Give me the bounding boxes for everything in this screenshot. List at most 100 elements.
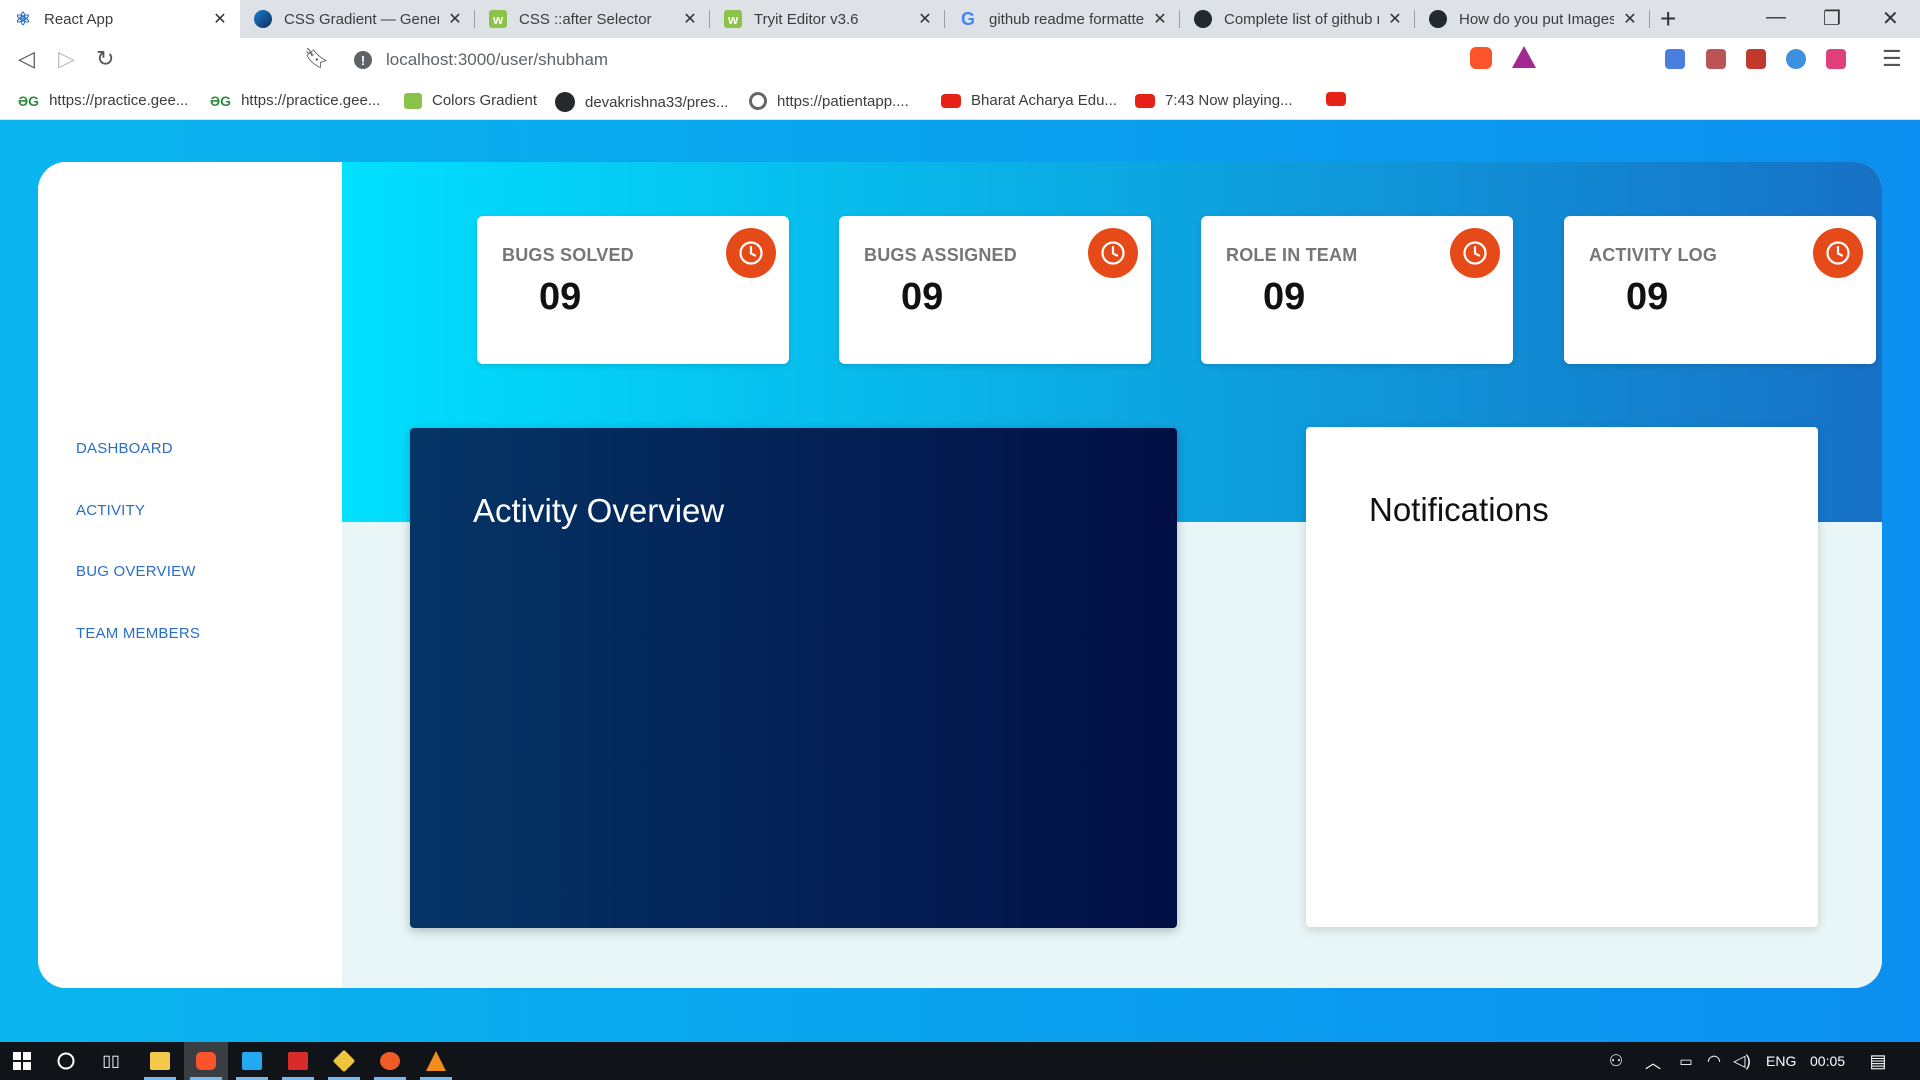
bookmark-label: 7:43 Now playing... bbox=[1165, 92, 1293, 109]
bookmark-item[interactable]: ƏG https://practice.gee... bbox=[210, 92, 380, 109]
clock-time[interactable]: 00:05 bbox=[1810, 1053, 1845, 1069]
stat-card-bugs-assigned[interactable]: BUGS ASSIGNED 09 bbox=[839, 216, 1151, 364]
github-icon bbox=[1194, 10, 1212, 28]
bookmark-item[interactable]: devakrishna33/pres... bbox=[555, 92, 728, 112]
bookmarks-bar: ƏG https://practice.gee... ƏG https://pr… bbox=[0, 82, 1920, 120]
info-icon[interactable]: ! bbox=[354, 51, 372, 69]
git-icon[interactable] bbox=[322, 1042, 366, 1080]
tab-title: CSS Gradient — Generat bbox=[284, 10, 439, 28]
tab-css-gradient[interactable]: CSS Gradient — Generat ✕ bbox=[240, 0, 475, 38]
task-view-icon[interactable]: ▯▯ bbox=[89, 1042, 133, 1080]
acrobat-icon[interactable] bbox=[276, 1042, 320, 1080]
close-icon[interactable]: ✕ bbox=[210, 9, 230, 29]
close-window-icon[interactable]: ✕ bbox=[1882, 6, 1899, 31]
brave-browser-icon[interactable] bbox=[184, 1042, 228, 1080]
vscode-icon[interactable] bbox=[230, 1042, 274, 1080]
bookmark-label: https://practice.gee... bbox=[49, 92, 189, 109]
stat-card-bugs-solved[interactable]: BUGS SOLVED 09 bbox=[477, 216, 789, 364]
close-icon[interactable]: ✕ bbox=[915, 9, 935, 29]
youtube-icon bbox=[941, 93, 961, 108]
new-tab-button[interactable]: + bbox=[1660, 4, 1676, 34]
volume-icon[interactable]: ◁) bbox=[1720, 1042, 1764, 1080]
tab-react-app[interactable]: ⚛ React App ✕ bbox=[0, 0, 240, 38]
clock-icon bbox=[726, 228, 776, 278]
notifications-title: Notifications bbox=[1369, 491, 1549, 528]
search-icon[interactable] bbox=[44, 1042, 88, 1080]
brave-shields-icon[interactable] bbox=[1470, 47, 1492, 69]
close-icon[interactable]: ✕ bbox=[1385, 9, 1405, 29]
close-icon[interactable]: ✕ bbox=[680, 9, 700, 29]
globe-icon bbox=[749, 92, 767, 110]
forward-icon[interactable]: ▷ bbox=[58, 46, 75, 72]
clock-icon bbox=[1813, 228, 1863, 278]
tab-github-list[interactable]: Complete list of github m ✕ bbox=[1180, 0, 1415, 38]
close-icon[interactable]: ✕ bbox=[1620, 9, 1640, 29]
notifications-center-icon[interactable]: ▤ bbox=[1856, 1042, 1900, 1080]
vlc-icon[interactable] bbox=[414, 1042, 458, 1080]
tab-title: github readme formatter bbox=[989, 10, 1144, 28]
bookmark-label: Colors Gradient bbox=[432, 92, 538, 109]
bookmark-item[interactable] bbox=[1326, 92, 1356, 106]
bookmark-item[interactable]: https://patientapp.... bbox=[749, 92, 909, 110]
stat-card-activity-log[interactable]: ACTIVITY LOG 09 bbox=[1564, 216, 1876, 364]
youtube-icon bbox=[1135, 93, 1155, 108]
tab-tryit-editor[interactable]: w Tryit Editor v3.6 ✕ bbox=[710, 0, 945, 38]
chat-extension-icon[interactable] bbox=[1786, 49, 1806, 69]
gfg-icon: ƏG bbox=[18, 92, 40, 109]
tab-title: Tryit Editor v3.6 bbox=[754, 10, 859, 28]
tab-title: CSS ::after Selector bbox=[519, 10, 652, 28]
activity-overview-title: Activity Overview bbox=[473, 492, 725, 529]
stat-label: BUGS ASSIGNED bbox=[864, 245, 1017, 265]
windows-start-icon[interactable] bbox=[0, 1042, 44, 1080]
sidebar-item-activity[interactable]: ACTIVITY bbox=[76, 502, 145, 519]
file-explorer-icon[interactable] bbox=[138, 1042, 182, 1080]
minimize-icon[interactable]: — bbox=[1766, 6, 1786, 29]
postman-icon[interactable] bbox=[368, 1042, 412, 1080]
stat-value: 09 bbox=[539, 276, 582, 318]
back-icon[interactable]: ◁ bbox=[18, 46, 35, 72]
brave-rewards-icon[interactable] bbox=[1512, 46, 1536, 68]
activity-overview-panel: Activity Overview bbox=[410, 428, 1177, 928]
stat-value: 09 bbox=[1626, 276, 1669, 318]
tab-github-images[interactable]: How do you put Images ✕ bbox=[1415, 0, 1650, 38]
app-container: DASHBOARD ACTIVITY BUG OVERVIEW TEAM MEM… bbox=[38, 162, 1882, 988]
extension-icon[interactable] bbox=[1746, 49, 1766, 69]
url-text[interactable]: localhost:3000/user/shubham bbox=[386, 50, 608, 70]
bookmark-item[interactable]: Colors Gradient bbox=[404, 92, 537, 109]
react-icon: ⚛ bbox=[14, 8, 32, 29]
browser-toolbar: ◁ ▷ ↻ 🔖︎ ! localhost:3000/user/shubham ☰ bbox=[0, 38, 1920, 82]
menu-icon[interactable]: ☰ bbox=[1882, 46, 1902, 72]
translate-extension-icon[interactable] bbox=[1665, 49, 1685, 69]
gfg-icon: ƏG bbox=[210, 92, 232, 109]
google-icon: G bbox=[960, 8, 975, 29]
language-indicator[interactable]: ENG bbox=[1766, 1053, 1796, 1069]
tab-title: React App bbox=[44, 10, 114, 28]
github-icon bbox=[555, 92, 575, 112]
close-icon[interactable]: ✕ bbox=[1150, 9, 1170, 29]
close-icon[interactable]: ✕ bbox=[445, 9, 465, 29]
bookmark-item[interactable]: 7:43 Now playing... bbox=[1135, 92, 1293, 109]
reload-icon[interactable]: ↻ bbox=[96, 46, 114, 72]
tab-title: Complete list of github m bbox=[1224, 10, 1379, 28]
bookmark-icon[interactable]: 🔖︎ bbox=[304, 46, 329, 71]
extension-icon[interactable] bbox=[1826, 49, 1846, 69]
page-background: DASHBOARD ACTIVITY BUG OVERVIEW TEAM MEM… bbox=[0, 120, 1920, 1042]
sidebar-item-team-members[interactable]: TEAM MEMBERS bbox=[76, 625, 200, 642]
sidebar-item-bug-overview[interactable]: BUG OVERVIEW bbox=[76, 563, 196, 580]
stat-value: 09 bbox=[1263, 276, 1306, 318]
bookmark-item[interactable]: ƏG https://practice.gee... bbox=[18, 92, 188, 109]
pdf-extension-icon[interactable] bbox=[1706, 49, 1726, 69]
stat-label: ROLE IN TEAM bbox=[1226, 245, 1358, 265]
colors-gradient-icon bbox=[404, 92, 422, 109]
restore-icon[interactable]: ❐ bbox=[1823, 6, 1841, 31]
tab-title: How do you put Images bbox=[1459, 10, 1614, 28]
sidebar-item-dashboard[interactable]: DASHBOARD bbox=[76, 440, 173, 457]
tab-github-readme[interactable]: G github readme formatter ✕ bbox=[945, 0, 1180, 38]
stat-label: ACTIVITY LOG bbox=[1589, 245, 1718, 265]
tab-css-after[interactable]: w CSS ::after Selector ✕ bbox=[475, 0, 710, 38]
taskbar: ▯▯ ⚇ ︿ ▭ ◠ ◁) ENG 00:05 ▤ bbox=[0, 1042, 1920, 1080]
bookmark-item[interactable]: Bharat Acharya Edu... bbox=[941, 92, 1117, 109]
address-bar[interactable]: ! localhost:3000/user/shubham bbox=[340, 42, 1548, 78]
stat-card-role-in-team[interactable]: ROLE IN TEAM 09 bbox=[1201, 216, 1513, 364]
clock-icon bbox=[1088, 228, 1138, 278]
